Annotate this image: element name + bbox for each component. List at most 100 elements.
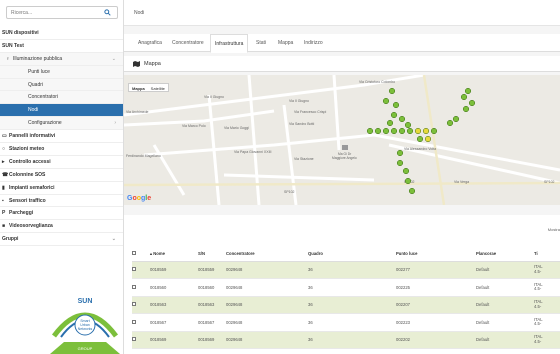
tab-concentratore[interactable]: Concentratore bbox=[168, 34, 208, 52]
sidebar-item-videosorveglianza[interactable]: ■ Videosorveglianza bbox=[0, 220, 123, 234]
col-punto-luce[interactable]: Punto luce bbox=[396, 247, 476, 262]
table-row[interactable]: 0018563 0018563 0029648 36 002207 Defaul… bbox=[132, 296, 560, 314]
cell-concentratore: 0029648 bbox=[226, 313, 308, 332]
svg-text:GROUP: GROUP bbox=[78, 346, 93, 351]
svg-text:Via Mario Goggi: Via Mario Goggi bbox=[224, 126, 249, 130]
table-row[interactable]: 0018560 0018560 0029648 36 002225 Defaul… bbox=[132, 278, 560, 297]
svg-text:Via Alessandro Volta: Via Alessandro Volta bbox=[404, 147, 436, 151]
sensor-car-icon: ▪ bbox=[2, 197, 4, 204]
camera-icon: ■ bbox=[2, 223, 6, 230]
svg-text:Via Stazione: Via Stazione bbox=[294, 157, 314, 161]
cell-tipo: ITAL 4.5- bbox=[534, 261, 560, 279]
sun-logo: SUN Smart Urban Networks GROUP bbox=[50, 292, 120, 354]
sidebar-item-pannelli[interactable]: ▭ Pannelli informativi bbox=[0, 130, 123, 144]
traffic-light-icon: ▮ bbox=[2, 184, 5, 191]
sidebar-item-colonnine-sos[interactable]: ☎Colonnine SOS bbox=[0, 169, 123, 182]
sidebar-item-controllo-accessi[interactable]: ▸ Controllo accessi bbox=[0, 156, 123, 169]
select-all-header[interactable] bbox=[132, 247, 150, 262]
cell-quadro: 36 bbox=[308, 331, 396, 349]
nodes-table: ▴ Nome S/N Concentratore Quadro Punto lu… bbox=[132, 247, 560, 349]
col-quadro[interactable]: Quadro bbox=[308, 247, 396, 262]
car-icon: ▸ bbox=[2, 158, 5, 165]
sidebar-item-label: Sensori traffico bbox=[9, 197, 46, 204]
monitor-icon: ▭ bbox=[2, 133, 7, 140]
svg-text:Maggiore Angelo: Maggiore Angelo bbox=[332, 156, 357, 160]
col-tipo[interactable]: Ti bbox=[534, 247, 560, 262]
sidebar-item-sun-test[interactable]: SUN Test bbox=[0, 40, 123, 53]
svg-text:Via Marco Polo: Via Marco Polo bbox=[182, 124, 206, 128]
tab-indirizzo[interactable]: Indirizzo bbox=[300, 34, 327, 52]
map-poi: Ma Gi Dr Maggiore Angelo bbox=[332, 145, 357, 160]
row-checkbox[interactable] bbox=[132, 267, 136, 272]
sidebar-item-label: Gruppi bbox=[2, 236, 19, 243]
cell-quadro: 36 bbox=[308, 278, 396, 297]
cell-sn: 0018560 bbox=[198, 278, 226, 297]
table-row[interactable]: 0018567 0018567 0029648 36 002223 Defaul… bbox=[132, 313, 560, 332]
cell-nome: 0018569 bbox=[150, 331, 198, 349]
chevron-right-icon: › bbox=[114, 120, 116, 127]
sidebar-item-label: Quadri bbox=[28, 81, 44, 88]
cell-concentratore: 0029648 bbox=[226, 278, 308, 297]
search-icon[interactable] bbox=[104, 9, 112, 17]
sidebar-item-parcheggi[interactable]: P Parcheggi bbox=[0, 207, 123, 221]
row-checkbox[interactable] bbox=[132, 284, 136, 289]
map-type-map-button[interactable]: Mappa bbox=[129, 84, 148, 93]
sidebar-item-quadri[interactable]: Quadri bbox=[0, 78, 123, 92]
row-checkbox[interactable] bbox=[132, 337, 136, 342]
cell-concentratore: 0029648 bbox=[226, 261, 308, 279]
cell-punto-luce: 002225 bbox=[396, 278, 476, 297]
tab-anagrafica[interactable]: Anagrafica bbox=[134, 34, 166, 52]
cell-plancorae: Default bbox=[476, 331, 534, 349]
sidebar-item-label: Videosorveglianza bbox=[9, 223, 53, 230]
col-sn[interactable]: S/N bbox=[198, 247, 226, 262]
sidebar-item-label: Illuminazione pubblica bbox=[13, 55, 63, 62]
sidebar-item-label: Configurazione bbox=[28, 120, 62, 127]
cell-tipo: ITAL 4.5- bbox=[534, 278, 560, 297]
sidebar-item-punti-luce[interactable]: Punti luce bbox=[0, 65, 123, 79]
sidebar: SUN dispositivi SUN Test ♀Illuminazione … bbox=[0, 0, 124, 354]
parking-icon: P bbox=[2, 210, 6, 217]
svg-text:Ferdinando Magellano: Ferdinando Magellano bbox=[126, 154, 161, 158]
sidebar-item-concentratori[interactable]: Concentratori bbox=[0, 91, 123, 105]
select-all-checkbox[interactable] bbox=[132, 251, 136, 256]
page-size-label: Mostra bbox=[547, 227, 560, 232]
cell-punto-luce: 002277 bbox=[396, 261, 476, 279]
svg-text:Via Sandro Botti: Via Sandro Botti bbox=[289, 122, 314, 126]
svg-text:SP102: SP102 bbox=[544, 180, 555, 184]
sidebar-item-configurazione[interactable]: Configurazione › bbox=[0, 117, 123, 131]
search-input[interactable] bbox=[11, 9, 101, 17]
row-checkbox[interactable] bbox=[132, 302, 136, 307]
sidebar-item-label: SUN dispositivi bbox=[2, 30, 39, 36]
cell-plancorae: Default bbox=[476, 313, 534, 332]
clock-icon: ○ bbox=[2, 146, 6, 153]
col-nome[interactable]: ▴ Nome bbox=[150, 247, 198, 262]
map-main-roads bbox=[124, 75, 560, 205]
sidebar-item-impianti-semaforici[interactable]: ▮ Impianti semaforici bbox=[0, 182, 123, 195]
tab-stati[interactable]: Stati bbox=[252, 34, 270, 52]
map-type-satellite-button[interactable]: Satellite bbox=[148, 84, 168, 93]
svg-text:Via Archimede: Via Archimede bbox=[126, 110, 149, 114]
cell-plancorae: Default bbox=[476, 278, 534, 297]
table-row[interactable]: 0018559 0018559 0029648 36 002277 Defaul… bbox=[132, 261, 560, 279]
tab-mappa[interactable]: Mappa bbox=[274, 34, 297, 52]
sidebar-item-stazioni-meteo[interactable]: ○ Stazioni meteo bbox=[0, 143, 123, 156]
sidebar-item-sun-dispositivi[interactable]: SUN dispositivi bbox=[0, 27, 123, 40]
svg-text:Via Cristoforo Colombo: Via Cristoforo Colombo bbox=[359, 80, 395, 84]
sidebar-nav: SUN dispositivi SUN Test ♀ Illuminazione … bbox=[0, 27, 123, 247]
sidebar-item-label: Nodi bbox=[28, 107, 39, 114]
col-plancorae[interactable]: Plancorae bbox=[476, 247, 534, 262]
table-row[interactable]: 0018569 0018569 0029648 36 002202 Defaul… bbox=[132, 331, 560, 349]
phone-icon: ☎ bbox=[2, 171, 9, 178]
row-checkbox[interactable] bbox=[132, 319, 136, 324]
cell-nome: 0018563 bbox=[150, 296, 198, 314]
col-concentratore[interactable]: Concentratore bbox=[226, 247, 308, 262]
cell-quadro: 36 bbox=[308, 296, 396, 314]
sidebar-item-sensori-traffico[interactable]: ▪ Sensori traffico bbox=[0, 195, 123, 208]
top-bar: Nodi bbox=[124, 0, 560, 26]
map-view[interactable]: Via Cristoforo Colombo Via Il Giugno Via… bbox=[124, 75, 560, 205]
cell-sn: 0018569 bbox=[198, 331, 226, 349]
sidebar-item-gruppi[interactable]: Gruppi ⌄ bbox=[0, 233, 123, 247]
sidebar-item-nodi[interactable]: Nodi bbox=[0, 104, 123, 118]
sidebar-item-illuminazione[interactable]: ♀ Illuminazione pubblica ⌄ bbox=[0, 52, 123, 66]
tab-infrastruttura[interactable]: Infrastruttura bbox=[210, 34, 249, 53]
